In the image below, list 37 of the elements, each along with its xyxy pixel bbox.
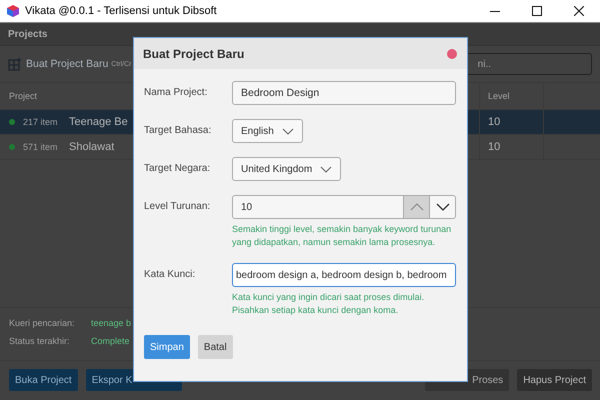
app-logo-icon: [6, 4, 20, 18]
dialog-title: Buat Project Baru: [143, 46, 244, 60]
field-label: Kata Kunci:: [144, 268, 196, 280]
column-header: Level: [479, 83, 544, 109]
field-label: Level Turunan:: [144, 200, 212, 212]
field-label: Nama Project:: [144, 86, 208, 98]
chevron-down-icon: [320, 166, 332, 172]
chevron-down-icon: [282, 128, 294, 134]
grid-plus-icon: [8, 57, 22, 71]
detail-value: Complete: [91, 336, 130, 346]
project-name: Teenage Be: [69, 116, 128, 128]
column-header: Project: [9, 91, 38, 101]
table-cell: 10: [479, 110, 544, 134]
help-text: Semakin tinggi level, semakin banyak keyword turunan yang didapatkan, namun semakin lama prosesnya.: [232, 223, 452, 249]
action-button[interactable]: Hapus Project: [517, 369, 592, 391]
dropdown[interactable]: English: [232, 119, 303, 143]
close-icon: [574, 6, 584, 16]
close-dot[interactable]: [447, 48, 457, 58]
action-button[interactable]: Buka Project: [9, 369, 78, 391]
cancel-button[interactable]: Batal: [198, 335, 233, 359]
dropdown[interactable]: United Kingdom: [232, 157, 342, 181]
section-title: Projects: [8, 28, 48, 40]
input-field[interactable]: Bedroom Design: [232, 81, 456, 105]
new-project-button[interactable]: Buat Project Baru: [8, 57, 108, 71]
table-cell: 10: [479, 135, 544, 159]
detail-label: Status terakhir:: [9, 336, 71, 346]
detail-label: Kueri pencarian:: [9, 318, 76, 328]
field-label: Target Bahasa:: [144, 124, 212, 136]
window-title: Vikata @0.0.1 - Terlisensi untuk Dibsoft: [25, 5, 217, 17]
item-count: 571 item: [23, 142, 59, 152]
field-label: Target Negara:: [144, 162, 212, 174]
input-field[interactable]: bedroom design a, bedroom design b, bedroom: [232, 263, 456, 287]
item-count: 217 item: [23, 117, 59, 127]
project-name: Sholawat: [69, 141, 114, 153]
detail-value: teenage b: [91, 318, 132, 328]
help-text: Kata kunci yang ingin dicari saat proses dimulai. Pisahkan setiap kata kunci dengan koma.: [232, 291, 426, 317]
maximize-icon: [532, 6, 542, 16]
